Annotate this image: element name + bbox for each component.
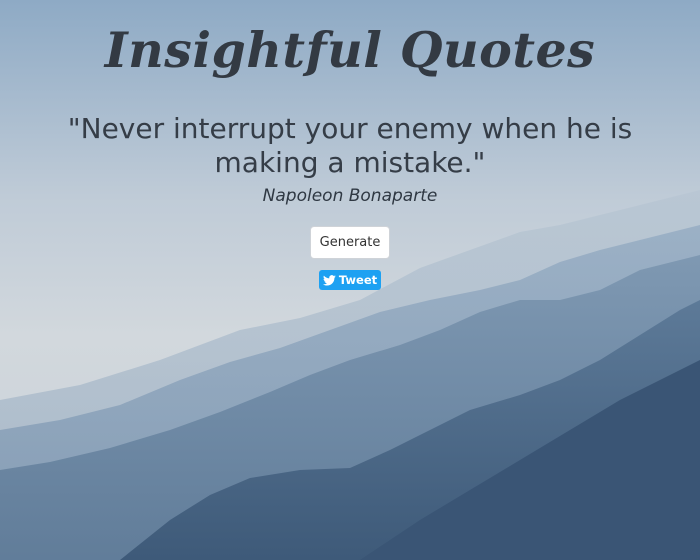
quote-author: Napoleon Bonaparte (262, 186, 438, 206)
tweet-label: Tweet (338, 273, 378, 287)
generate-button[interactable]: Generate (310, 226, 390, 259)
quote-text: "Never interrupt your enemy when he is m… (67, 112, 633, 179)
twitter-bird-icon (322, 274, 336, 286)
tweet-button[interactable]: Tweet (319, 270, 381, 290)
page-title: Insightful Quotes (104, 21, 596, 79)
